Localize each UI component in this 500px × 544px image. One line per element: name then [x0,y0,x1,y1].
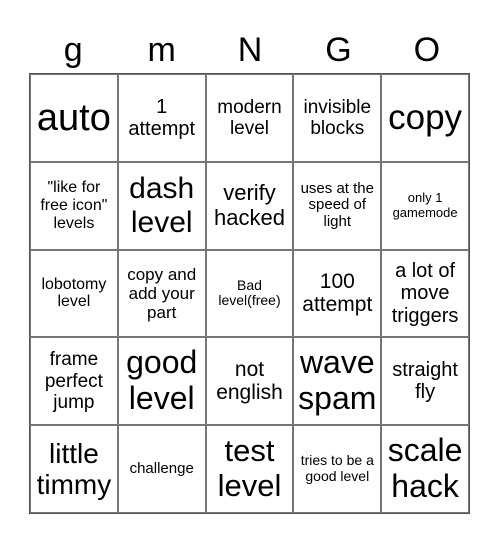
bingo-cell[interactable]: uses at the speed of light [293,161,382,250]
bingo-cell-text: a lot of move triggers [391,259,459,327]
bingo-cell-text: frame perfect jump [44,349,103,413]
bingo-cell[interactable]: verify hacked [205,161,294,250]
bingo-cell[interactable]: auto [30,74,118,162]
bingo-cell-text: only 1 gamemode [392,190,458,220]
bingo-cell[interactable]: challenge [117,425,206,513]
header-letter: O [413,31,441,69]
bingo-cell-text: test level [217,433,282,504]
bingo-cell-text: copy [388,98,463,138]
header-letter: G [325,31,352,69]
bingo-cell-text: 100 attempt [302,269,373,317]
bingo-cell[interactable]: tries to be a good level [293,425,382,513]
bingo-cell-text: auto [36,96,111,139]
bingo-cell[interactable]: dash level [117,161,206,250]
bingo-cell[interactable]: test level [205,425,294,513]
bingo-cell-text: not english [216,357,283,405]
bingo-cell[interactable]: copy [381,74,469,162]
bingo-cell[interactable]: "like for free icon" levels [30,161,118,250]
bingo-cell-text: scale hack [387,432,463,505]
bingo-cell[interactable]: 100 attempt [293,249,382,338]
bingo-cell[interactable]: wave spam [293,337,382,426]
bingo-cell[interactable]: scale hack [381,425,469,513]
bingo-cell-text: "like for free icon" levels [40,178,108,232]
bingo-cell[interactable]: not english [205,337,294,426]
bingo-cell-text: copy and add your part [127,264,197,322]
bingo-cell-text: uses at the speed of light [300,179,374,231]
header-letter: N [237,31,263,69]
bingo-cell[interactable]: 1 attempt [117,74,206,162]
bingo-cell-text: lobotomy level [41,275,107,311]
bingo-cell-text: wave spam [298,344,377,417]
bingo-header: g m N G O [29,28,471,72]
bingo-cell-text: little timmy [36,437,112,501]
bingo-cell-text: straight fly [392,358,458,404]
bingo-cell[interactable]: straight fly [381,337,469,426]
bingo-cell-text: verify hacked [214,180,285,230]
bingo-cell-text: invisible blocks [303,96,372,139]
bingo-cell[interactable]: invisible blocks [293,74,382,162]
bingo-cell-text: 1 attempt [128,95,196,140]
bingo-cell-text: tries to be a good level [300,452,374,485]
bingo-cell-text: dash level [129,172,195,239]
bingo-cell[interactable]: little timmy [30,425,118,513]
header-letter: m [147,31,176,69]
bingo-cell[interactable]: a lot of move triggers [381,249,469,338]
bingo-grid: auto 1 attempt modern level invisible block… [29,73,470,514]
bingo-cell-text: Bad level(free) [218,276,281,309]
bingo-cell[interactable]: copy and add your part [117,249,206,338]
bingo-cell[interactable]: frame perfect jump [30,337,118,426]
header-letter: g [63,31,83,69]
bingo-cell[interactable]: good level [117,337,206,426]
bingo-cell[interactable]: modern level [205,74,294,162]
bingo-cell[interactable]: Bad level(free) [205,249,294,338]
bingo-cell-text: challenge [129,459,194,477]
bingo-cell-text: good level [126,344,198,417]
bingo-cell[interactable]: lobotomy level [30,249,118,338]
bingo-cell-text: modern level [217,96,282,139]
bingo-cell[interactable]: only 1 gamemode [381,161,469,250]
